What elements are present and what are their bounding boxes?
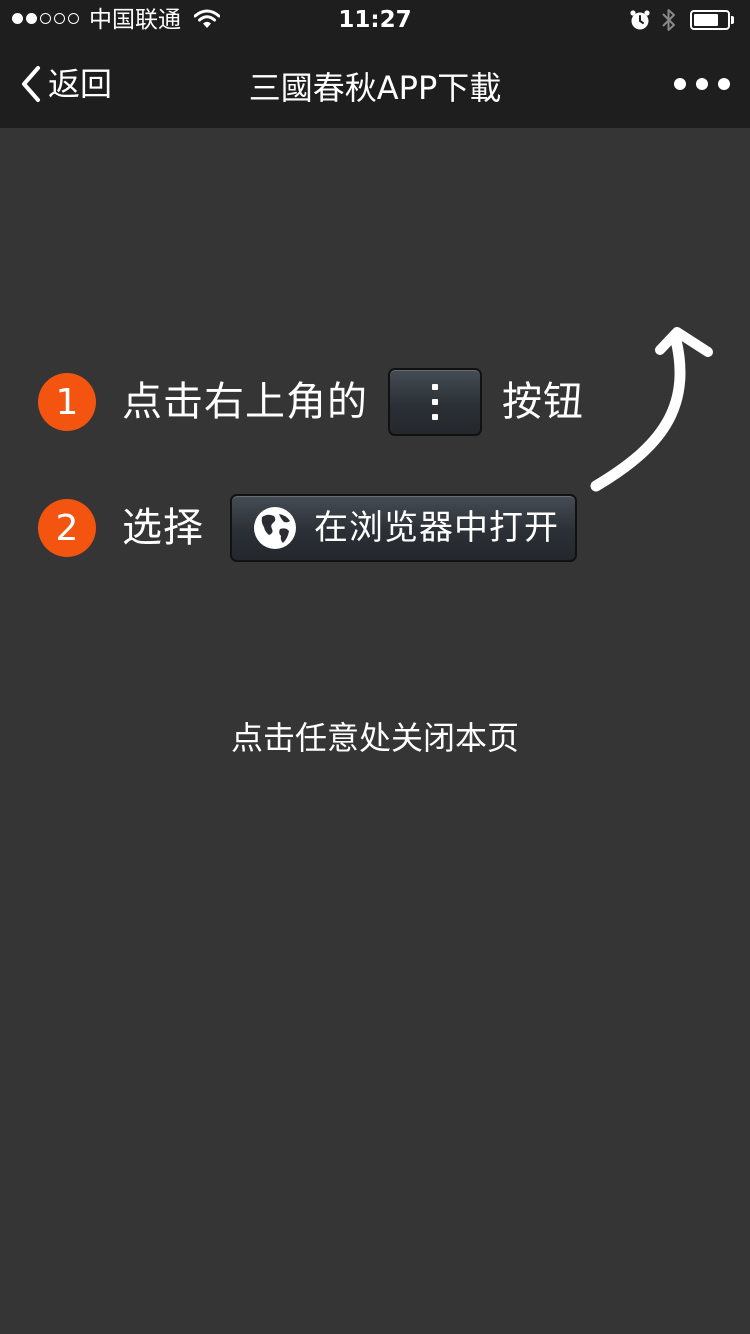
- more-dots-icon[interactable]: [674, 72, 730, 96]
- step-1-text: 点击右上角的: [122, 379, 368, 425]
- step-1-badge: 1: [38, 373, 96, 431]
- top-bar: 中国联通 11:27 返回 三國春秋APP下載: [0, 0, 750, 128]
- globe-icon: [254, 507, 296, 549]
- step-2: 2 选择 在浏览器中打开: [38, 494, 577, 562]
- battery-icon: [690, 10, 734, 30]
- step-2-badge: 2: [38, 499, 96, 557]
- alarm-clock-icon: [630, 10, 650, 30]
- step-2-text: 选择: [122, 505, 204, 551]
- step-1: 1 点击右上角的 按钮: [38, 368, 584, 436]
- vertical-dots-icon: [432, 384, 438, 420]
- open-in-browser-illustration: 在浏览器中打开: [230, 494, 577, 562]
- bluetooth-icon: [662, 9, 675, 31]
- curved-arrow-icon: [590, 327, 713, 492]
- close-page-hint[interactable]: 点击任意处关闭本页: [0, 715, 750, 761]
- menu-button-illustration: [388, 368, 482, 436]
- status-bar: 中国联通 11:27: [0, 0, 750, 40]
- open-in-browser-label: 在浏览器中打开: [314, 508, 559, 548]
- step-1-after-text: 按钮: [502, 379, 584, 425]
- page-title: 三國春秋APP下載: [248, 69, 502, 107]
